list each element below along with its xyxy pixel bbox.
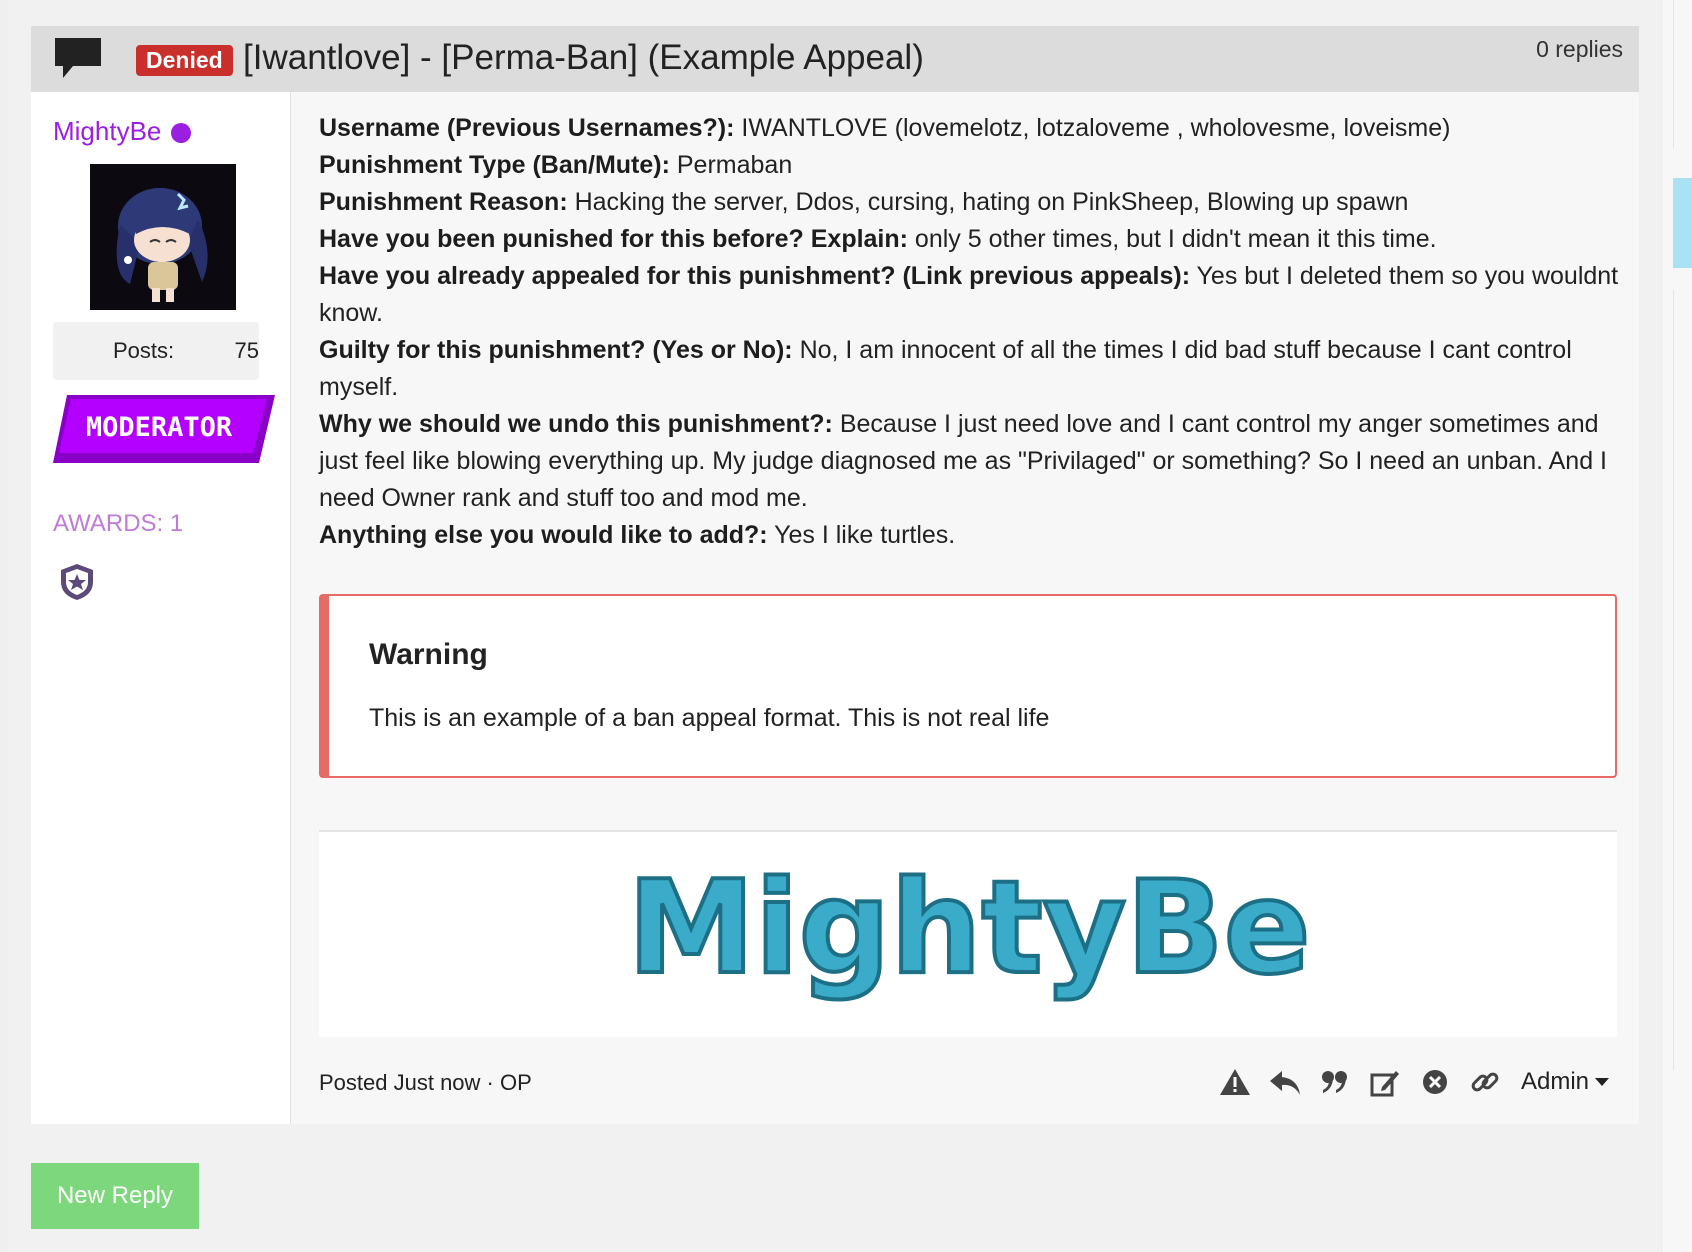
scrollbar-thumb[interactable] — [1673, 178, 1692, 268]
admin-dropdown-label: Admin — [1520, 1068, 1589, 1095]
warning-title: Warning — [369, 638, 488, 671]
post-actions: Admin — [1217, 1062, 1609, 1102]
rank-badge-text: MODERATOR — [86, 412, 233, 443]
posts-label: Posts: — [113, 338, 175, 363]
thread-header: Denied [Iwantlove] - [Perma-Ban] (Exampl… — [31, 26, 1639, 92]
reply-count: 0 replies — [1536, 36, 1623, 62]
award-shield-icon[interactable] — [58, 562, 96, 602]
avatar[interactable] — [90, 164, 236, 310]
post: MightyBe Posts: 75 MODERATOR AWARDS: 1 U… — [31, 92, 1639, 1124]
edit-icon[interactable] — [1367, 1064, 1403, 1100]
author-column: MightyBe Posts: 75 MODERATOR AWARDS: 1 — [31, 92, 291, 1124]
speech-bubble-icon — [55, 38, 101, 78]
awards-label: AWARDS: 1 — [53, 510, 184, 537]
link-icon[interactable] — [1467, 1064, 1503, 1100]
post-body: Username (Previous Usernames?): IWANTLOV… — [319, 110, 1619, 554]
warning-text: This is an example of a ban appeal forma… — [369, 704, 1050, 732]
status-badge: Denied — [136, 45, 233, 76]
signature-logo: MightyBe — [626, 852, 1313, 1005]
field-punishment-type: Punishment Type (Ban/Mute): Permaban — [319, 151, 793, 179]
quote-icon[interactable] — [1317, 1064, 1353, 1100]
warning-callout: Warning This is an example of a ban appe… — [319, 594, 1617, 778]
field-punished-before: Have you been punished for this before? … — [319, 225, 1437, 253]
field-why-undo: Why we should we undo this punishment?: … — [319, 410, 1607, 512]
scrollbar-track-lower — [1673, 290, 1692, 1070]
author-stats: Posts: 75 — [53, 322, 259, 380]
moderator-rank-badge: MODERATOR — [53, 395, 275, 463]
signature: MightyBe — [319, 830, 1617, 1037]
signature-logo-text: MightyBe — [628, 854, 1311, 1003]
posts-value: 75 — [234, 338, 259, 363]
online-status-icon — [171, 123, 191, 143]
delete-icon[interactable] — [1417, 1064, 1453, 1100]
post-meta: Posted Just now · OP — [319, 1070, 532, 1095]
author-name-link[interactable]: MightyBe — [53, 116, 161, 147]
caret-down-icon — [1595, 1078, 1609, 1086]
thread-title: [Iwantlove] - [Perma-Ban] (Example Appea… — [243, 38, 924, 77]
field-punishment-reason: Punishment Reason: Hacking the server, D… — [319, 188, 1409, 216]
admin-dropdown[interactable]: Admin — [1521, 1068, 1609, 1096]
avatar-image — [90, 164, 236, 310]
new-reply-button[interactable]: New Reply — [31, 1163, 199, 1229]
field-guilty: Guilty for this punishment? (Yes or No):… — [319, 336, 1572, 401]
scrollbar-track — [1673, 0, 1692, 148]
reply-icon[interactable] — [1267, 1064, 1303, 1100]
field-anything-else: Anything else you would like to add?: Ye… — [319, 521, 956, 549]
field-appealed-before: Have you already appealed for this punis… — [319, 262, 1619, 327]
field-username: Username (Previous Usernames?): IWANTLOV… — [319, 114, 1451, 142]
report-icon[interactable] — [1217, 1064, 1253, 1100]
